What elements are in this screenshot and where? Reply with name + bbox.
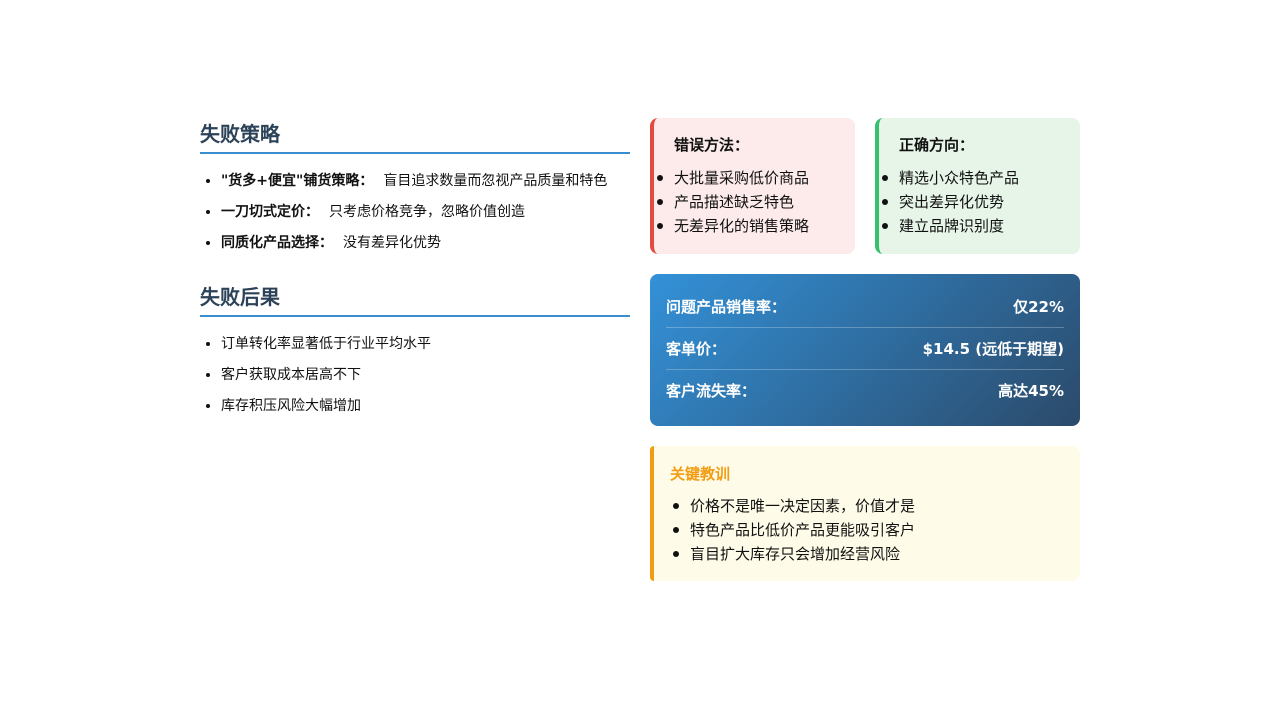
list-item: 库存积压风险大幅增加 [221,391,630,422]
strategy-item-text: 盲目追求数量而忽视产品质量和特色 [383,173,608,189]
strategy-item-text: 没有差异化优势 [343,235,441,251]
comparison-boxes: 错误方法： 大批量采购低价商品 产品描述缺乏特色 无差异化的销售策略 正确方向：… [650,118,1080,254]
strategy-item-label: 同质化产品选择： [221,235,333,251]
stat-value: 高达45% [998,382,1064,400]
stat-value: $14.5 (远低于期望) [922,340,1064,358]
wrong-method-list: 大批量采购低价商品 产品描述缺乏特色 无差异化的销售策略 [657,166,855,238]
stat-value: 仅22% [1013,298,1064,316]
strategy-item-label: "货多+便宜"铺货策略： [221,173,374,189]
stats-panel: 问题产品销售率： 仅22% 客单价： $14.5 (远低于期望) 客户流失率： … [650,274,1080,426]
stat-row: 客户流失率： 高达45% [666,370,1064,411]
consequence-title: 失败后果 [200,281,630,317]
stat-label: 问题产品销售率： [666,298,787,316]
key-lesson-card: 关键教训 价格不是唯一决定因素，价值才是 特色产品比低价产品更能吸引客户 盲目扩… [650,446,1080,581]
list-item: 建立品牌识别度 [882,214,1080,238]
wrong-method-card: 错误方法： 大批量采购低价商品 产品描述缺乏特色 无差异化的销售策略 [650,118,855,254]
content-wrapper: 失败策略 "货多+便宜"铺货策略： 盲目追求数量而忽视产品质量和特色 一刀切式定价… [200,118,1080,581]
list-item: 突出差异化优势 [882,190,1080,214]
stat-row: 问题产品销售率： 仅22% [666,286,1064,328]
stat-label: 客单价： [666,340,727,358]
stat-label: 客户流失率： [666,382,757,400]
list-item: "货多+便宜"铺货策略： 盲目追求数量而忽视产品质量和特色 [221,166,630,197]
list-item: 价格不是唯一决定因素，价值才是 [673,494,1080,518]
right-direction-list: 精选小众特色产品 突出差异化优势 建立品牌识别度 [882,166,1080,238]
strategy-list: "货多+便宜"铺货策略： 盲目追求数量而忽视产品质量和特色 一刀切式定价： 只考虑价… [200,166,630,259]
strategy-title: 失败策略 [200,118,630,154]
list-item: 产品描述缺乏特色 [657,190,855,214]
list-item: 无差异化的销售策略 [657,214,855,238]
stat-row: 客单价： $14.5 (远低于期望) [666,328,1064,370]
list-item: 客户获取成本居高不下 [221,360,630,391]
right-direction-title: 正确方向： [899,136,975,154]
list-item: 盲目扩大库存只会增加经营风险 [673,542,1080,566]
list-item: 特色产品比低价产品更能吸引客户 [673,518,1080,542]
strategy-item-text: 只考虑价格竞争，忽略价值创造 [329,204,525,220]
left-column: 失败策略 "货多+便宜"铺货策略： 盲目追求数量而忽视产品质量和特色 一刀切式定价… [200,118,630,581]
key-lesson-list: 价格不是唯一决定因素，价值才是 特色产品比低价产品更能吸引客户 盲目扩大库存只会… [670,494,1080,566]
list-item: 一刀切式定价： 只考虑价格竞争，忽略价值创造 [221,197,630,228]
strategy-item-label: 一刀切式定价： [221,204,319,220]
list-item: 同质化产品选择： 没有差异化优势 [221,228,630,259]
wrong-method-title: 错误方法： [674,136,750,154]
list-item: 大批量采购低价商品 [657,166,855,190]
list-item: 订单转化率显著低于行业平均水平 [221,329,630,360]
right-column: 错误方法： 大批量采购低价商品 产品描述缺乏特色 无差异化的销售策略 正确方向：… [650,118,1080,581]
key-lesson-title: 关键教训 [670,465,731,483]
right-direction-card: 正确方向： 精选小众特色产品 突出差异化优势 建立品牌识别度 [875,118,1080,254]
list-item: 精选小众特色产品 [882,166,1080,190]
consequence-list: 订单转化率显著低于行业平均水平 客户获取成本居高不下 库存积压风险大幅增加 [200,329,630,422]
